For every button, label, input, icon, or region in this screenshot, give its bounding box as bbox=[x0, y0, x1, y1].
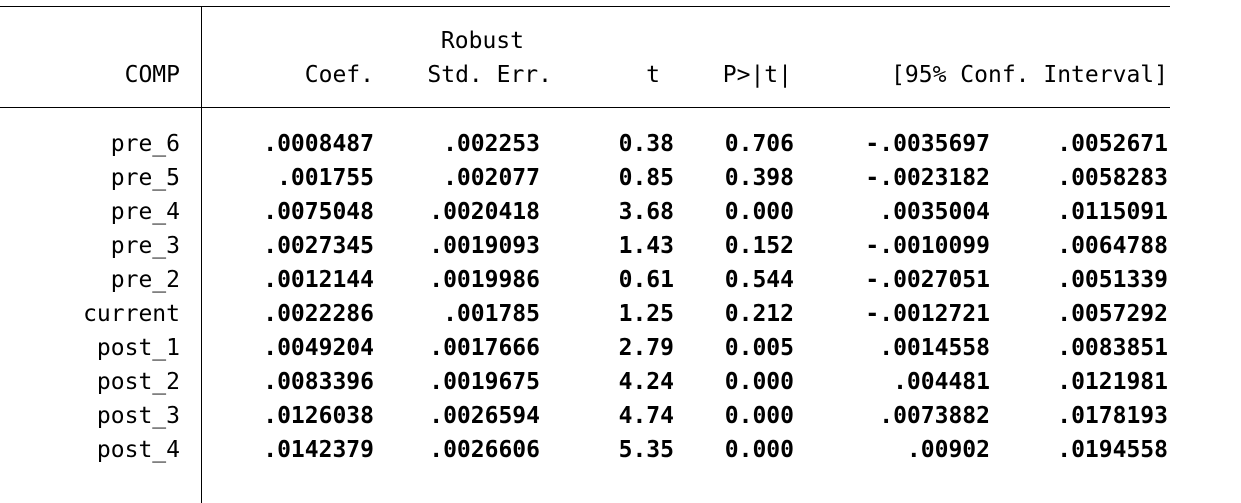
ci-lower-value: -.0035697 bbox=[865, 131, 990, 157]
row-label: pre_3 bbox=[110, 233, 180, 259]
pvalue-value: 0.398 bbox=[724, 165, 794, 191]
header-coef: Coef. bbox=[304, 62, 374, 88]
ci-lower-value: .004481 bbox=[893, 369, 990, 395]
pvalue-value: 0.000 bbox=[724, 403, 794, 429]
stderr-value: .0019986 bbox=[429, 267, 540, 293]
ci-lower-value: -.0023182 bbox=[865, 165, 990, 191]
coef-value: .0049204 bbox=[263, 335, 374, 361]
ci-upper-value: .0064788 bbox=[1057, 233, 1168, 259]
row-label: pre_4 bbox=[110, 199, 180, 225]
t-value: 2.79 bbox=[618, 335, 674, 361]
coef-value: .0142379 bbox=[263, 437, 374, 463]
coef-value: .001755 bbox=[277, 165, 374, 191]
pvalue-value: 0.000 bbox=[724, 369, 794, 395]
ci-upper-value: .0178193 bbox=[1057, 403, 1168, 429]
stderr-value: .002253 bbox=[443, 131, 540, 157]
ci-lower-value: -.0012721 bbox=[865, 301, 990, 327]
t-value: 0.85 bbox=[618, 165, 674, 191]
row-label: pre_6 bbox=[110, 131, 180, 157]
stderr-value: .0026606 bbox=[429, 437, 540, 463]
pvalue-value: 0.000 bbox=[724, 199, 794, 225]
ci-upper-value: .0115091 bbox=[1057, 199, 1168, 225]
ci-lower-value: .0014558 bbox=[879, 335, 990, 361]
ci-upper-value: .0052671 bbox=[1057, 131, 1168, 157]
ci-upper-value: .0058283 bbox=[1057, 165, 1168, 191]
header-conf-interval: [95% Conf. Interval] bbox=[891, 62, 1168, 88]
ci-lower-value: .00902 bbox=[906, 437, 990, 463]
stderr-value: .002077 bbox=[443, 165, 540, 191]
t-value: 0.38 bbox=[618, 131, 674, 157]
ci-lower-value: .0035004 bbox=[879, 199, 990, 225]
coef-value: .0126038 bbox=[263, 403, 374, 429]
row-label: post_3 bbox=[96, 403, 180, 429]
pvalue-value: 0.152 bbox=[724, 233, 794, 259]
stderr-value: .0026594 bbox=[429, 403, 540, 429]
pvalue-value: 0.000 bbox=[724, 437, 794, 463]
t-value: 1.43 bbox=[618, 233, 674, 259]
pvalue-value: 0.706 bbox=[724, 131, 794, 157]
ci-lower-value: -.0010099 bbox=[865, 233, 990, 259]
row-label: pre_2 bbox=[110, 267, 180, 293]
table-top-rule bbox=[0, 6, 1170, 7]
ci-upper-value: .0083851 bbox=[1057, 335, 1168, 361]
coef-value: .0027345 bbox=[263, 233, 374, 259]
pvalue-value: 0.212 bbox=[724, 301, 794, 327]
t-value: 4.24 bbox=[618, 369, 674, 395]
stderr-value: .0019093 bbox=[429, 233, 540, 259]
ci-upper-value: .0057292 bbox=[1057, 301, 1168, 327]
coef-value: .0022286 bbox=[263, 301, 374, 327]
header-pvalue: P>|t| bbox=[722, 62, 792, 88]
header-t: t bbox=[646, 62, 660, 88]
stderr-value: .0019675 bbox=[429, 369, 540, 395]
t-value: 4.74 bbox=[618, 403, 674, 429]
header-robust: Robust bbox=[440, 28, 524, 54]
stderr-value: .001785 bbox=[443, 301, 540, 327]
row-label: pre_5 bbox=[110, 165, 180, 191]
t-value: 1.25 bbox=[618, 301, 674, 327]
coef-value: .0012144 bbox=[263, 267, 374, 293]
header-depvar: COMP bbox=[124, 62, 180, 88]
t-value: 5.35 bbox=[618, 437, 674, 463]
header-stderr: Std. Err. bbox=[427, 62, 552, 88]
ci-upper-value: .0194558 bbox=[1057, 437, 1168, 463]
pvalue-value: 0.005 bbox=[724, 335, 794, 361]
stderr-value: .0020418 bbox=[429, 199, 540, 225]
coef-value: .0083396 bbox=[263, 369, 374, 395]
row-label: post_2 bbox=[96, 369, 180, 395]
table-vertical-rule bbox=[201, 6, 202, 503]
stderr-value: .0017666 bbox=[429, 335, 540, 361]
t-value: 3.68 bbox=[618, 199, 674, 225]
pvalue-value: 0.544 bbox=[724, 267, 794, 293]
coef-value: .0008487 bbox=[263, 131, 374, 157]
ci-lower-value: -.0027051 bbox=[865, 267, 990, 293]
row-label: post_4 bbox=[96, 437, 180, 463]
ci-upper-value: .0121981 bbox=[1057, 369, 1168, 395]
ci-upper-value: .0051339 bbox=[1057, 267, 1168, 293]
ci-lower-value: .0073882 bbox=[879, 403, 990, 429]
row-label: post_1 bbox=[96, 335, 180, 361]
coef-value: .0075048 bbox=[263, 199, 374, 225]
t-value: 0.61 bbox=[618, 267, 674, 293]
table-header-rule bbox=[0, 107, 1170, 108]
row-label: current bbox=[83, 301, 180, 327]
